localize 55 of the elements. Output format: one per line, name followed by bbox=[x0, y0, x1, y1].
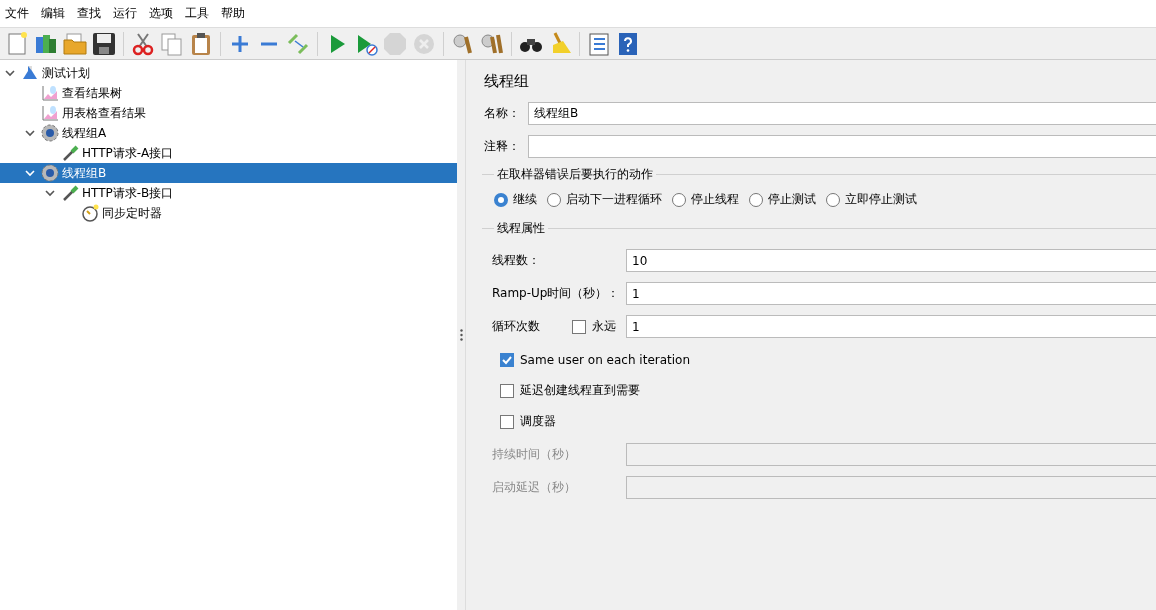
radio-option[interactable]: 启动下一进程循环 bbox=[547, 191, 662, 208]
gear-icon bbox=[41, 124, 59, 142]
tree-item[interactable]: 查看结果树 bbox=[0, 83, 457, 103]
menu-item[interactable]: 编辑 bbox=[36, 0, 72, 27]
splitter-grip-icon bbox=[459, 329, 463, 341]
field-label: 线程数： bbox=[492, 252, 541, 269]
field-label: 持续时间（秒） bbox=[492, 446, 577, 463]
minus-icon bbox=[261, 41, 277, 46]
panel-title: 线程组 bbox=[484, 72, 530, 91]
menu-item[interactable]: 工具 bbox=[180, 0, 216, 27]
tree-item[interactable]: HTTP请求-B接口 bbox=[0, 183, 457, 203]
comment-field[interactable] bbox=[528, 135, 1156, 158]
tree-item[interactable]: HTTP请求-A接口 bbox=[0, 143, 457, 163]
radio-option[interactable]: 立即停止测试 bbox=[826, 191, 917, 208]
chart-icon bbox=[41, 84, 59, 102]
stop-sign-icon bbox=[382, 30, 408, 57]
functions-button[interactable] bbox=[586, 30, 612, 57]
tree-item[interactable]: 线程组B bbox=[0, 163, 457, 183]
plus-icon bbox=[232, 35, 248, 52]
name-field[interactable]: 线程组B bbox=[528, 102, 1156, 125]
field-label: 循环次数 bbox=[492, 318, 541, 335]
checkbox[interactable]: 延迟创建线程直到需要 bbox=[500, 382, 640, 399]
tree-item[interactable]: 线程组A bbox=[0, 123, 457, 143]
gear-icon bbox=[41, 164, 59, 182]
tree-item[interactable]: 用表格查看结果 bbox=[0, 103, 457, 123]
radio-option[interactable]: 继续 bbox=[494, 191, 537, 208]
checkbox[interactable]: 永远 bbox=[572, 318, 616, 335]
field-label: 名称： bbox=[484, 105, 521, 122]
menu-item[interactable]: 选项 bbox=[144, 0, 180, 27]
folder-icon bbox=[62, 30, 88, 57]
tree-item[interactable]: 测试计划 bbox=[0, 63, 457, 83]
menu-item[interactable]: 查找 bbox=[72, 0, 108, 27]
checkbox[interactable]: 调度器 bbox=[500, 413, 556, 430]
group-title: 在取样器错误后要执行的动作 bbox=[496, 166, 654, 183]
pipette-icon bbox=[61, 144, 79, 162]
chart-icon bbox=[41, 104, 59, 122]
pipette-icon bbox=[61, 184, 79, 202]
input-field[interactable]: 10 bbox=[626, 249, 1156, 272]
input-field[interactable]: 1 bbox=[626, 315, 1156, 338]
field-label: Ramp-Up时间（秒）： bbox=[492, 285, 621, 302]
menu-item[interactable]: 运行 bbox=[108, 0, 144, 27]
list-icon bbox=[586, 30, 612, 57]
radio-option[interactable]: 停止线程 bbox=[672, 191, 739, 208]
tree-item[interactable]: 同步定时器 bbox=[0, 203, 457, 223]
copy-icon bbox=[159, 30, 185, 57]
stopwatch-icon bbox=[81, 204, 99, 222]
field-label: 注释： bbox=[484, 138, 521, 155]
radio-option[interactable]: 停止测试 bbox=[749, 191, 816, 208]
field-label: 启动延迟（秒） bbox=[492, 479, 577, 496]
checkbox[interactable]: Same user on each iteration bbox=[500, 352, 691, 367]
group-title: 线程属性 bbox=[496, 220, 546, 237]
input-field[interactable]: 1 bbox=[626, 282, 1156, 305]
menu-item[interactable]: 帮助 bbox=[216, 0, 252, 27]
menu-item[interactable]: 文件 bbox=[0, 0, 36, 27]
save-button[interactable] bbox=[91, 30, 117, 57]
